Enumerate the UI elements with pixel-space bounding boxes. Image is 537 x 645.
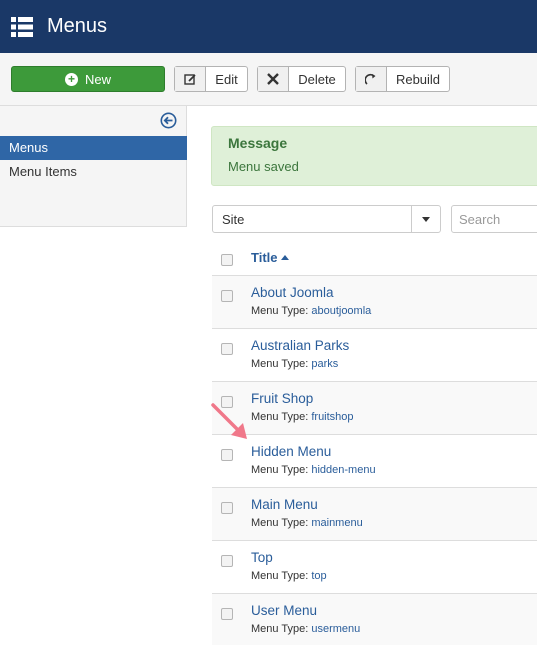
row-checkbox[interactable]	[221, 555, 233, 567]
menu-type-label: Menu Type:	[251, 464, 309, 476]
collapse-sidebar-icon[interactable]	[160, 112, 177, 129]
table-row: User Menu Menu Type: usermenu	[212, 594, 537, 645]
menu-title-link[interactable]: Top	[251, 550, 273, 565]
menu-type: Menu Type: usermenu	[251, 623, 360, 635]
menus-table: Title About Joomla Menu Type: aboutjooml…	[212, 240, 537, 645]
menu-title-link[interactable]: Main Menu	[251, 497, 318, 512]
sidebar: Menus Menu Items	[0, 106, 187, 227]
menu-title-link[interactable]: User Menu	[251, 603, 317, 618]
table-row: Fruit Shop Menu Type: fruitshop	[212, 382, 537, 435]
menu-type-value: fruitshop	[311, 411, 354, 423]
table-row: Main Menu Menu Type: mainmenu	[212, 488, 537, 541]
plus-circle-icon: +	[64, 72, 78, 86]
table-row: Top Menu Type: top	[212, 541, 537, 594]
delete-button[interactable]: Delete	[257, 66, 346, 92]
row-checkbox[interactable]	[221, 449, 233, 461]
menu-type-label: Menu Type:	[251, 623, 309, 635]
search-input[interactable]	[451, 205, 537, 233]
menu-type-label: Menu Type:	[251, 411, 309, 423]
title-column-header[interactable]: Title	[251, 250, 289, 265]
message-text: Menu saved	[228, 159, 299, 174]
sort-ascending-icon	[280, 255, 289, 260]
site-select-value: Site	[222, 212, 245, 227]
menu-title-link[interactable]: About Joomla	[251, 285, 334, 300]
rebuild-button-label: Rebuild	[395, 71, 441, 87]
table-row: Hidden Menu Menu Type: hidden-menu	[212, 435, 537, 488]
menu-type: Menu Type: parks	[251, 358, 338, 370]
menu-title-link[interactable]: Australian Parks	[251, 338, 349, 353]
sidebar-item-menus[interactable]: Menus	[0, 136, 187, 160]
header-bar: Menus	[0, 0, 537, 53]
row-checkbox[interactable]	[221, 502, 233, 514]
edit-button[interactable]: Edit	[174, 66, 248, 92]
menu-type: Menu Type: mainmenu	[251, 517, 363, 529]
site-select[interactable]: Site	[212, 205, 441, 233]
page-title: Menus	[47, 15, 108, 37]
new-button[interactable]: + New	[11, 66, 165, 92]
edit-button-label: Edit	[215, 71, 238, 87]
table-row: Australian Parks Menu Type: parks	[212, 329, 537, 382]
select-all-checkbox[interactable]	[221, 254, 233, 266]
chevron-down-icon	[422, 216, 430, 222]
new-button-label: New	[84, 71, 111, 87]
dropdown-toggle[interactable]	[411, 206, 440, 232]
menu-type-value: aboutjoomla	[311, 305, 372, 317]
menu-type: Menu Type: aboutjoomla	[251, 305, 371, 317]
menu-type-value: usermenu	[311, 623, 361, 635]
menu-type: Menu Type: hidden-menu	[251, 464, 376, 476]
menu-type-value: parks	[311, 358, 339, 370]
annotation-arrow-icon	[211, 403, 247, 439]
sidebar-item-menu-items[interactable]: Menu Items	[0, 160, 187, 184]
list-icon	[11, 16, 33, 37]
menu-type-value: mainmenu	[311, 517, 363, 529]
menu-type: Menu Type: top	[251, 570, 327, 582]
menu-title-link[interactable]: Fruit Shop	[251, 391, 313, 406]
table-header: Title	[212, 240, 537, 276]
close-icon	[258, 67, 289, 91]
rebuild-button[interactable]: Rebuild	[355, 66, 450, 92]
menu-type-value: hidden-menu	[311, 464, 376, 476]
menu-type-label: Menu Type:	[251, 517, 309, 529]
refresh-icon	[356, 67, 387, 91]
menu-type: Menu Type: fruitshop	[251, 411, 354, 423]
title-column-label: Title	[251, 250, 278, 265]
row-checkbox[interactable]	[221, 290, 233, 302]
menu-type-label: Menu Type:	[251, 358, 309, 370]
row-checkbox[interactable]	[221, 343, 233, 355]
toolbar: + New Edit Delete Rebuild	[0, 53, 537, 106]
menu-title-link[interactable]: Hidden Menu	[251, 444, 331, 459]
edit-icon	[175, 67, 206, 91]
row-checkbox[interactable]	[221, 608, 233, 620]
message-alert: Message Menu saved	[211, 126, 537, 186]
menu-type-label: Menu Type:	[251, 305, 309, 317]
menu-type-label: Menu Type:	[251, 570, 309, 582]
message-heading: Message	[228, 135, 288, 151]
table-row: About Joomla Menu Type: aboutjoomla	[212, 276, 537, 329]
menu-type-value: top	[311, 570, 327, 582]
delete-button-label: Delete	[298, 71, 336, 87]
